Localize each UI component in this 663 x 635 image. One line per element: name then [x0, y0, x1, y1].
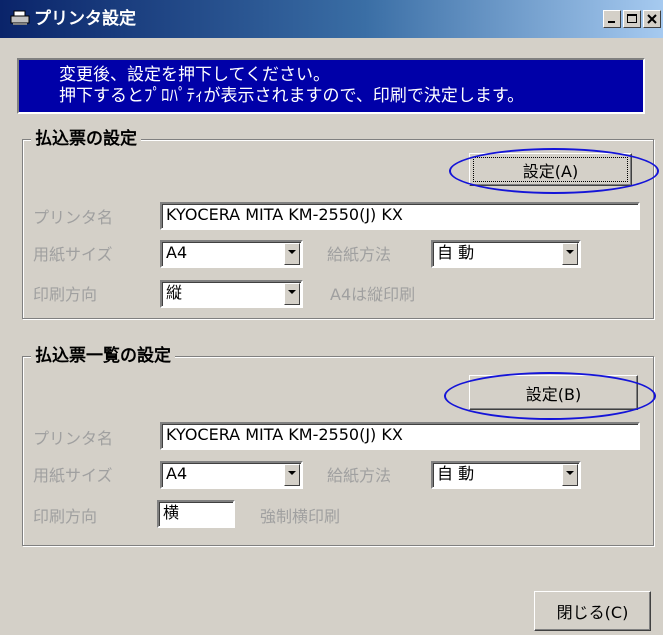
- minimize-button[interactable]: [603, 10, 621, 28]
- printer-settings-window: プリンタ設定 変更後、設定を押下してください。 押下するとﾌﾟﾛﾊﾟﾃｨが表示さ…: [0, 0, 663, 635]
- paper-feed-value: 自 動: [437, 243, 475, 262]
- close-window-button[interactable]: [643, 10, 661, 28]
- orientation-select[interactable]: 縦: [160, 280, 303, 308]
- orientation-value: 縦: [166, 283, 183, 302]
- paper-size-value: A4: [166, 243, 188, 262]
- printer-name-field[interactable]: KYOCERA MITA KM-2550(J) KX: [160, 202, 640, 230]
- printer-name-field[interactable]: KYOCERA MITA KM-2550(J) KX: [160, 422, 640, 450]
- dropdown-button[interactable]: [284, 464, 300, 486]
- printer-name-label: プリンタ名: [33, 208, 114, 227]
- maximize-icon: [627, 14, 637, 23]
- paper-feed-select[interactable]: 自 動: [431, 240, 581, 268]
- orientation-field[interactable]: 横: [157, 500, 235, 528]
- dropdown-button[interactable]: [562, 464, 578, 486]
- chevron-down-icon: [566, 471, 574, 475]
- paper-feed-value: 自 動: [437, 464, 475, 483]
- paper-size-label: 用紙サイズ: [33, 466, 113, 485]
- title-bar[interactable]: プリンタ設定: [0, 0, 663, 38]
- paper-size-select[interactable]: A4: [160, 461, 303, 489]
- orientation-note: A4は縦印刷: [330, 285, 416, 304]
- orientation-label: 印刷方向: [33, 507, 98, 526]
- set-button-a[interactable]: 設定(A): [469, 153, 632, 186]
- dropdown-button[interactable]: [562, 243, 578, 265]
- section-title: 払込票一覧の設定: [31, 344, 175, 368]
- paper-feed-label: 給紙方法: [327, 466, 392, 485]
- paper-size-label: 用紙サイズ: [33, 245, 113, 264]
- orientation-label: 印刷方向: [33, 285, 98, 304]
- printer-name-label: プリンタ名: [33, 429, 114, 448]
- orientation-note: 強制横印刷: [260, 507, 341, 526]
- chevron-down-icon: [288, 250, 296, 254]
- close-icon: [647, 14, 657, 24]
- section-title: 払込票の設定: [31, 127, 141, 151]
- banner-line-1: 変更後、設定を押下してください。: [59, 65, 330, 85]
- banner-line-2: 押下するとﾌﾟﾛﾊﾟﾃｨが表示されますので、印刷で決定します。: [59, 86, 525, 106]
- dropdown-button[interactable]: [284, 243, 300, 265]
- chevron-down-icon: [288, 290, 296, 294]
- window-title: プリンタ設定: [34, 9, 136, 29]
- chevron-down-icon: [566, 250, 574, 254]
- dropdown-button[interactable]: [284, 283, 300, 305]
- printer-icon: [10, 10, 30, 25]
- chevron-down-icon: [288, 471, 296, 475]
- paper-feed-select[interactable]: 自 動: [431, 461, 581, 489]
- maximize-button[interactable]: [623, 10, 641, 28]
- minimize-icon: [608, 21, 615, 23]
- paper-size-select[interactable]: A4: [160, 240, 303, 268]
- close-button[interactable]: 閉じる(C): [534, 591, 651, 631]
- paper-feed-label: 給紙方法: [327, 245, 392, 264]
- instruction-banner: 変更後、設定を押下してください。 押下するとﾌﾟﾛﾊﾟﾃｨが表示されますので、印…: [17, 58, 645, 114]
- set-button-b[interactable]: 設定(B): [469, 375, 638, 410]
- paper-size-value: A4: [166, 464, 188, 483]
